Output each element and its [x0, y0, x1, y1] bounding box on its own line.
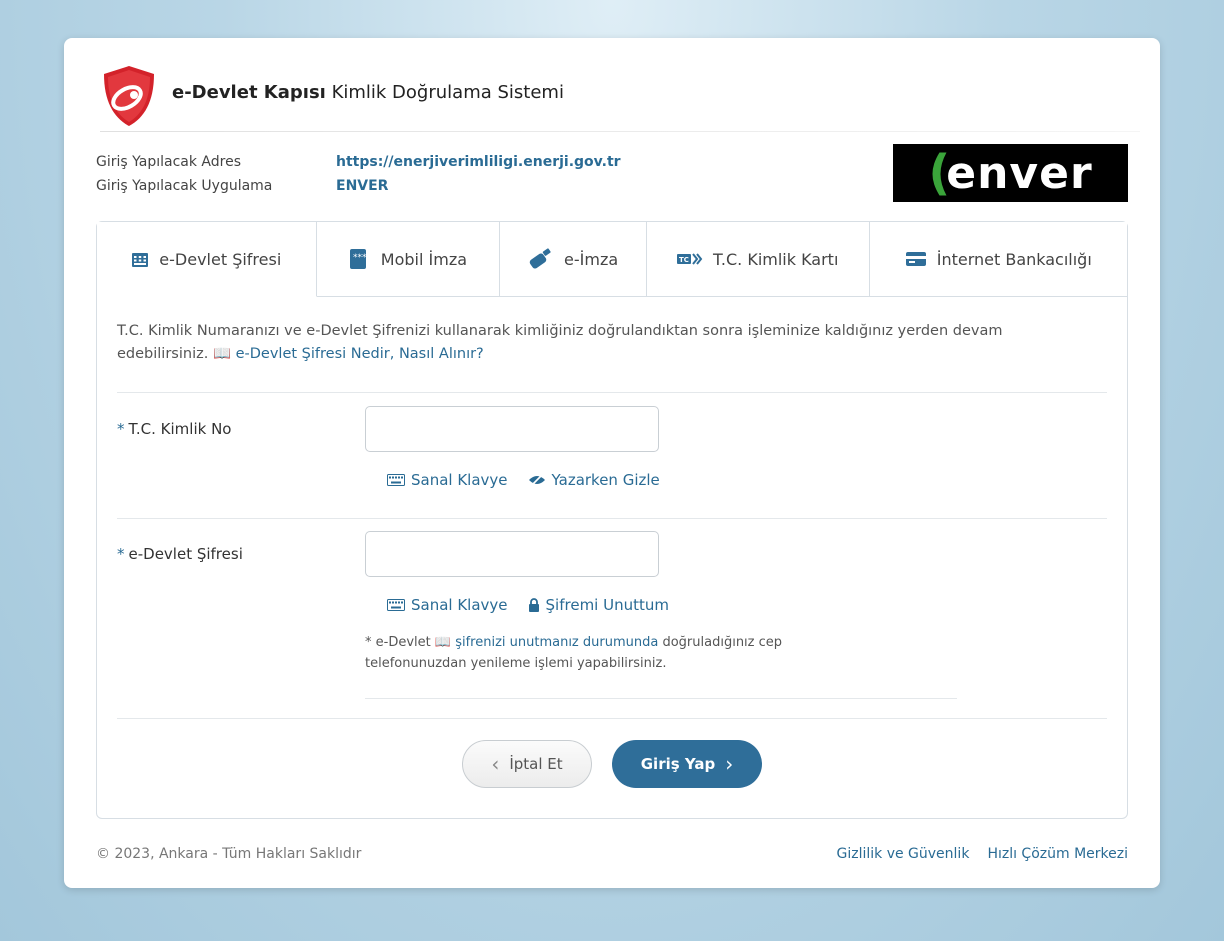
- header: e-Devlet Kapısı Kimlik Doğrulama Sistemi: [100, 60, 1140, 132]
- virtual-keyboard-link[interactable]: Sanal Klavye: [387, 596, 508, 614]
- hide-while-typing-label: Yazarken Gizle: [551, 471, 660, 489]
- tab-e-signature[interactable]: e-İmza: [500, 222, 647, 296]
- virtual-keyboard-label: Sanal Klavye: [411, 596, 508, 614]
- auth-panel: e-Devlet Şifresi *** Mobil İmza e-İmza T…: [96, 221, 1128, 819]
- book-icon: 📖: [434, 635, 452, 650]
- id-card-icon: TC: [677, 253, 703, 265]
- tc-label: * T.C. Kimlik No: [117, 420, 231, 438]
- footer: © 2023, Ankara - Tüm Hakları Saklıdır Gi…: [96, 846, 1128, 862]
- help-link-label: e-Devlet Şifresi Nedir, Nasıl Alınır?: [235, 346, 484, 362]
- action-buttons: ‹ İptal Et Giriş Yap ›: [97, 740, 1127, 788]
- tab-label: e-Devlet Şifresi: [159, 249, 282, 269]
- tc-label-text: T.C. Kimlik No: [128, 420, 232, 438]
- keyboard-icon: [387, 599, 405, 611]
- password-note: * e-Devlet 📖 şifrenizi unutmanız durumun…: [365, 632, 885, 674]
- tab-label: İnternet Bankacılığı: [936, 249, 1092, 269]
- password-label: * e-Devlet Şifresi: [117, 545, 243, 563]
- mobile-signature-icon: ***: [349, 249, 367, 269]
- lock-icon: [528, 598, 539, 612]
- password-links: Sanal Klavye Şifremi Unuttum: [387, 596, 669, 614]
- intro-text: T.C. Kimlik Numaranızı ve e-Devlet Şifre…: [117, 320, 1077, 366]
- divider: [117, 718, 1107, 719]
- note-prefix: * e-Devlet: [365, 635, 431, 650]
- divider: [117, 392, 1107, 393]
- help-link[interactable]: 📖 e-Devlet Şifresi Nedir, Nasıl Alınır?: [213, 346, 484, 362]
- enver-logo-text: enver: [946, 147, 1093, 199]
- tab-id-card[interactable]: TC T.C. Kimlik Kartı: [646, 222, 870, 296]
- enver-logo: ( enver: [893, 144, 1128, 202]
- required-mark: *: [117, 420, 125, 438]
- copyright: © 2023, Ankara - Tüm Hakları Saklıdır: [96, 846, 362, 862]
- svg-text:TC: TC: [679, 256, 689, 264]
- chevron-right-icon: ›: [725, 752, 734, 776]
- forgot-info-link[interactable]: 📖 şifrenizi unutmanız durumunda: [435, 635, 658, 650]
- hide-while-typing-link[interactable]: Yazarken Gizle: [528, 471, 660, 489]
- login-info: Giriş Yapılacak Adres https://enerjiveri…: [96, 150, 621, 198]
- help-center-link[interactable]: Hızlı Çözüm Merkezi: [987, 846, 1128, 862]
- tc-kimlik-input[interactable]: [365, 406, 659, 452]
- header-divider: [100, 131, 1140, 132]
- address-label: Giriş Yapılacak Adres: [96, 154, 241, 170]
- tab-label: Mobil İmza: [380, 249, 468, 269]
- book-icon: 📖: [212, 346, 231, 362]
- eye-slash-icon: [528, 474, 545, 486]
- password-label-text: e-Devlet Şifresi: [128, 545, 243, 563]
- login-button[interactable]: Giriş Yap ›: [612, 740, 762, 788]
- required-mark: *: [117, 545, 125, 563]
- virtual-keyboard-link[interactable]: Sanal Klavye: [387, 471, 508, 489]
- keypad-icon: [132, 253, 149, 267]
- chevron-left-icon: ‹: [491, 752, 500, 776]
- auth-tabs: e-Devlet Şifresi *** Mobil İmza e-İmza T…: [97, 222, 1127, 297]
- forgot-password-link[interactable]: Şifremi Unuttum: [528, 596, 669, 614]
- svg-text:***: ***: [353, 253, 367, 263]
- cancel-label: İptal Et: [509, 755, 563, 773]
- divider: [117, 518, 1107, 519]
- edevlet-logo-icon: [104, 66, 154, 126]
- tab-edevlet-password[interactable]: e-Devlet Şifresi: [97, 222, 317, 297]
- divider: [365, 698, 957, 699]
- tab-label: e-İmza: [564, 249, 619, 269]
- tc-links: Sanal Klavye Yazarken Gizle: [387, 471, 660, 489]
- cancel-button[interactable]: ‹ İptal Et: [462, 740, 592, 788]
- virtual-keyboard-label: Sanal Klavye: [411, 471, 508, 489]
- privacy-link[interactable]: Gizlilik ve Güvenlik: [837, 846, 970, 862]
- tab-mobile-signature[interactable]: *** Mobil İmza: [316, 222, 501, 296]
- keyboard-icon: [387, 474, 405, 486]
- brand-bold: e-Devlet Kapısı: [172, 82, 326, 103]
- login-label: Giriş Yap: [640, 755, 716, 773]
- forgot-password-label: Şifremi Unuttum: [545, 596, 669, 614]
- footer-links: Gizlilik ve Güvenlik Hızlı Çözüm Merkezi: [837, 846, 1129, 862]
- app-value: ENVER: [336, 178, 389, 194]
- tab-internet-banking[interactable]: İnternet Bankacılığı: [869, 222, 1127, 296]
- forgot-info-link-label: şifrenizi unutmanız durumunda: [455, 635, 659, 650]
- edevlet-password-input[interactable]: [365, 531, 659, 577]
- app-label: Giriş Yapılacak Uygulama: [96, 178, 273, 194]
- brand-rest: Kimlik Doğrulama Sistemi: [325, 82, 564, 103]
- tab-label: T.C. Kimlik Kartı: [713, 249, 839, 269]
- bank-card-icon: [905, 252, 926, 266]
- login-card: e-Devlet Kapısı Kimlik Doğrulama Sistemi…: [64, 38, 1160, 888]
- brand-title: e-Devlet Kapısı Kimlik Doğrulama Sistemi: [172, 82, 564, 103]
- usb-token-icon: [529, 248, 551, 269]
- address-value: https://enerjiverimliligi.enerji.gov.tr: [336, 154, 621, 170]
